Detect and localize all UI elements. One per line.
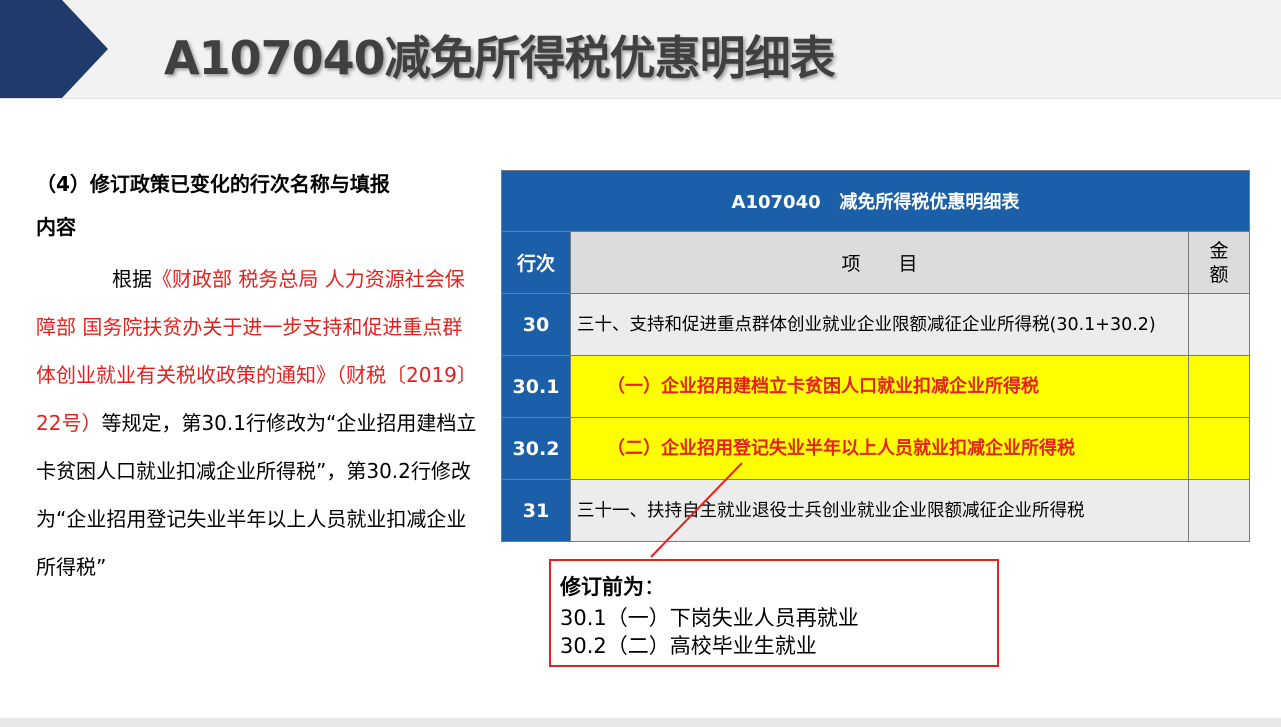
- table-row-highlighted: 30.2 （二）企业招用登记失业半年以上人员就业扣减企业所得税: [501, 417, 1250, 480]
- body-rest: 等规定，第30.1行修改为“企业招用建档立卡贫困人口就业扣减企业所得税”，第30…: [36, 411, 477, 579]
- policy-document-reference: 《财政部 税务总局 人力资源社会保障部 国务院扶贫办关于进一步支持和促进重点群体…: [36, 267, 477, 435]
- row-number: 30.1: [501, 355, 571, 418]
- row-number: 30: [501, 293, 571, 356]
- heading-line-2: 内容: [36, 215, 76, 239]
- table-row: 30 三十、支持和促进重点群体创业就业企业限额减征企业所得税(30.1+30.2…: [501, 293, 1250, 356]
- table-header-row: 行次 项 目 金额: [501, 231, 1250, 294]
- row-amount: [1188, 355, 1250, 418]
- note-title: 修订前为：: [560, 571, 665, 601]
- table-row: 31 三十一、扶持自主就业退役士兵创业就业企业限额减征企业所得税: [501, 479, 1250, 542]
- body-paragraph: 根据《财政部 税务总局 人力资源社会保障部 国务院扶贫办关于进一步支持和促进重点…: [36, 255, 481, 591]
- revision-note-box: 修订前为： 30.1（一）下岗失业人员再就业 30.2（二）高校毕业生就业: [549, 559, 999, 667]
- header-item: 项 目: [570, 231, 1189, 294]
- row-amount: [1188, 417, 1250, 480]
- row-amount: [1188, 479, 1250, 542]
- policy-description: （4）修订政策已变化的行次名称与填报 内容 根据《财政部 税务总局 人力资源社会…: [36, 168, 481, 591]
- row-number: 31: [501, 479, 571, 542]
- footer-bar: [0, 718, 1281, 727]
- tax-detail-table: A107040 减免所得税优惠明细表 行次 项 目 金额 30 三十、支持和促进…: [501, 170, 1250, 542]
- slide: A107040减免所得税优惠明细表 （4）修订政策已变化的行次名称与填报 内容 …: [0, 0, 1281, 727]
- note-line-1: 30.1（一）下岗失业人员再就业: [560, 606, 859, 630]
- row-item: （二）企业招用登记失业半年以上人员就业扣减企业所得税: [570, 417, 1189, 480]
- header-row-no: 行次: [501, 231, 571, 294]
- body-prefix: 根据: [112, 267, 152, 291]
- chevron-decoration-icon: [0, 0, 108, 98]
- header-amount: 金额: [1188, 231, 1250, 294]
- row-number: 30.2: [501, 417, 571, 480]
- note-title-colon: ：: [644, 575, 665, 599]
- heading-line-1: （4）修订政策已变化的行次名称与填报: [36, 172, 390, 196]
- row-item: （一）企业招用建档立卡贫困人口就业扣减企业所得税: [570, 355, 1189, 418]
- table-title: A107040 减免所得税优惠明细表: [501, 170, 1250, 232]
- note-line-2: 30.2（二）高校毕业生就业: [560, 634, 817, 658]
- note-title-text: 修订前为: [560, 575, 644, 599]
- table-title-row: A107040 减免所得税优惠明细表: [501, 170, 1250, 232]
- section-heading: （4）修订政策已变化的行次名称与填报 内容: [36, 168, 481, 243]
- row-item: 三十、支持和促进重点群体创业就业企业限额减征企业所得税(30.1+30.2): [570, 293, 1189, 356]
- slide-title: A107040减免所得税优惠明细表: [164, 31, 836, 85]
- row-amount: [1188, 293, 1250, 356]
- table-row-highlighted: 30.1 （一）企业招用建档立卡贫困人口就业扣减企业所得税: [501, 355, 1250, 418]
- row-item: 三十一、扶持自主就业退役士兵创业就业企业限额减征企业所得税: [570, 479, 1189, 542]
